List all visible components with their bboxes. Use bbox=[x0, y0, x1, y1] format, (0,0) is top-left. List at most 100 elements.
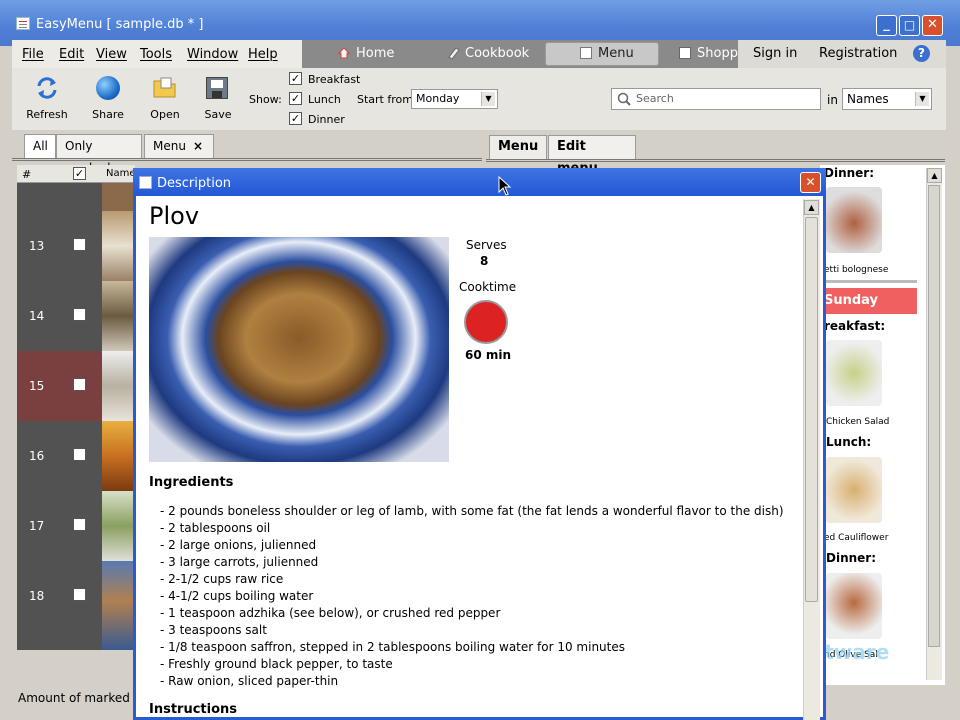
table-row[interactable]: 14 ✓ bbox=[17, 281, 102, 351]
ingredient-item: - 4-1/2 cups boiling water bbox=[160, 589, 314, 603]
search-placeholder: Search bbox=[636, 92, 674, 105]
table-row[interactable]: 13 ✓ bbox=[17, 211, 102, 281]
grid-col-name[interactable]: Name bbox=[106, 168, 135, 179]
sign-in-link[interactable]: Sign in bbox=[753, 46, 797, 61]
ingredient-item: - 3 large carrots, julienned bbox=[160, 555, 319, 569]
menu-window[interactable]: Window bbox=[187, 47, 238, 62]
tab-close-icon[interactable]: × bbox=[193, 135, 203, 157]
day-separator bbox=[820, 280, 917, 283]
week-scroll-thumb[interactable] bbox=[928, 185, 940, 647]
minimize-button[interactable]: _ bbox=[876, 15, 897, 36]
grid-select-all-checkbox[interactable]: ✓ bbox=[73, 167, 86, 180]
cookbook-icon bbox=[447, 47, 460, 60]
mouse-cursor-icon bbox=[498, 175, 512, 196]
registration-link[interactable]: Registration bbox=[819, 46, 897, 61]
meal-image bbox=[826, 340, 882, 406]
close-window-button[interactable]: ✕ bbox=[922, 15, 943, 36]
row-number: 18 bbox=[29, 589, 45, 603]
recipe-thumbnail bbox=[102, 351, 135, 421]
row-number: 17 bbox=[29, 519, 45, 533]
recipe-title: Plov bbox=[149, 202, 200, 230]
row-number: 14 bbox=[29, 309, 45, 323]
serves-value: 8 bbox=[480, 254, 489, 268]
menu-file[interactable]: File bbox=[22, 47, 44, 62]
nav-menu[interactable]: Menu bbox=[598, 46, 634, 61]
refresh-icon bbox=[35, 76, 59, 100]
tab-all[interactable]: All bbox=[24, 134, 56, 158]
table-row[interactable]: 18 ✓ bbox=[17, 561, 102, 631]
menu-edit[interactable]: Edit bbox=[59, 47, 84, 62]
chevron-down-icon: ▼ bbox=[915, 92, 929, 106]
save-button[interactable]: Save bbox=[198, 108, 238, 121]
row-checkbox[interactable]: ✓ bbox=[73, 238, 86, 251]
recipe-image bbox=[149, 237, 449, 462]
tab-menu-view[interactable]: Menu bbox=[489, 135, 547, 160]
dialog-close-button[interactable]: ✕ bbox=[800, 172, 821, 193]
dialog-scroll-thumb[interactable] bbox=[805, 217, 818, 602]
chevron-down-icon: ▼ bbox=[481, 92, 495, 106]
help-icon[interactable]: ? bbox=[913, 45, 930, 62]
row-checkbox[interactable]: ✓ bbox=[73, 588, 86, 601]
refresh-button[interactable]: Refresh bbox=[22, 108, 72, 121]
breakfast-heading: reakfast: bbox=[824, 319, 886, 333]
nav-home[interactable]: Home bbox=[356, 46, 394, 61]
meal-image bbox=[826, 573, 882, 639]
tab-edit-menu[interactable]: Edit menu bbox=[548, 135, 636, 176]
cooktime-label: Cooktime bbox=[459, 280, 517, 294]
scroll-up-icon[interactable]: ▲ bbox=[804, 200, 819, 215]
home-icon bbox=[337, 47, 351, 59]
meal-caption[interactable]: ed Cauliflower bbox=[824, 533, 888, 543]
share-button[interactable]: Share bbox=[86, 108, 130, 121]
ingredient-item: - 2 tablespoons oil bbox=[160, 521, 271, 535]
ingredient-item: - 2-1/2 cups raw rice bbox=[160, 572, 284, 586]
dinner-heading: Dinner: bbox=[826, 551, 877, 565]
table-row[interactable]: 17 ✓ bbox=[17, 491, 102, 561]
row-number: 13 bbox=[29, 239, 45, 253]
start-from-select[interactable]: Monday ▼ bbox=[411, 89, 498, 109]
dinner-heading: Dinner: bbox=[824, 166, 875, 180]
ingredient-item: - 3 teaspoons salt bbox=[160, 623, 267, 637]
open-button[interactable]: Open bbox=[144, 108, 186, 121]
row-checkbox[interactable]: ✓ bbox=[73, 448, 86, 461]
search-in-select[interactable]: Names ▼ bbox=[842, 88, 932, 110]
recipe-thumbnail bbox=[102, 281, 135, 351]
table-row-selected[interactable]: 15 ✓ bbox=[17, 351, 102, 421]
dinner-checkbox[interactable]: ✓ bbox=[289, 112, 302, 125]
meal-image bbox=[826, 187, 882, 253]
row-number: 15 bbox=[29, 379, 45, 393]
recipe-thumbnail bbox=[102, 561, 135, 650]
menu-tools[interactable]: Tools bbox=[140, 47, 172, 62]
lunch-label: Lunch bbox=[308, 93, 341, 106]
row-checkbox[interactable]: ✓ bbox=[73, 378, 86, 391]
recipe-thumbnail bbox=[102, 211, 135, 281]
start-from-value: Monday bbox=[416, 92, 460, 105]
menu-view[interactable]: View bbox=[96, 47, 127, 62]
row-checkbox[interactable]: ✓ bbox=[73, 518, 86, 531]
maximize-button[interactable]: □ bbox=[899, 15, 920, 36]
nav-cookbook[interactable]: Cookbook bbox=[465, 46, 529, 61]
tab-only-marked[interactable]: Only marked bbox=[56, 134, 142, 175]
meal-image bbox=[826, 457, 882, 523]
ingredient-item: - 2 pounds boneless shoulder or leg of l… bbox=[160, 504, 784, 518]
meal-caption[interactable]: etti bolognese bbox=[824, 265, 888, 275]
meal-caption[interactable]: Chicken Salad bbox=[826, 417, 889, 427]
start-from-label: Start from: bbox=[357, 93, 417, 106]
day-sunday: Sunday bbox=[820, 288, 917, 314]
row-checkbox[interactable]: ✓ bbox=[73, 308, 86, 321]
dialog-titlebar[interactable] bbox=[133, 168, 826, 196]
right-tabs-divider bbox=[486, 159, 945, 162]
ingredient-item: - 1/8 teaspoon saffron, stepped in 2 tab… bbox=[160, 640, 625, 654]
table-row[interactable]: 16 ✓ bbox=[17, 421, 102, 491]
menu-help[interactable]: Help bbox=[248, 47, 278, 62]
breakfast-checkbox[interactable]: ✓ bbox=[289, 72, 302, 85]
search-icon bbox=[617, 92, 631, 106]
search-input[interactable]: Search bbox=[611, 88, 821, 110]
grid-col-number[interactable]: # bbox=[22, 168, 31, 181]
shopping-icon bbox=[679, 47, 691, 59]
lunch-checkbox[interactable]: ✓ bbox=[289, 92, 302, 105]
ingredient-item: - Freshly ground black pepper, to taste bbox=[160, 657, 393, 671]
recipe-thumbnail bbox=[102, 183, 135, 211]
tab-menu[interactable]: Menu × bbox=[144, 134, 214, 158]
scroll-up-icon[interactable]: ▲ bbox=[927, 168, 942, 183]
nav-shopping[interactable]: Shoppin bbox=[697, 46, 738, 61]
